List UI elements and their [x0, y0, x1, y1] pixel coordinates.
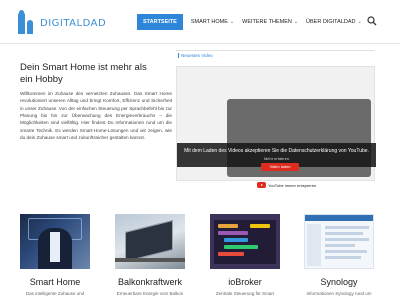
nav-item-weitere-themen[interactable]: WEITERE THEMEN ⌄	[242, 19, 298, 25]
card-image	[20, 214, 90, 269]
card-subtitle: Zentrale Steuerung für Smart	[215, 291, 275, 296]
card-iobroker[interactable]: ioBroker Zentrale Steuerung für Smart	[210, 214, 280, 296]
nav-label: SMART HOME	[190, 19, 228, 25]
card-smart-home[interactable]: Smart Home Das intelligente Zuhause und	[20, 214, 90, 296]
nav-label: WEITERE THEMEN	[242, 19, 292, 25]
site-logo[interactable]: DIGITALDAD	[16, 10, 106, 36]
hero-title: Dein Smart Home ist mehr als ein Hobby	[20, 62, 147, 85]
logo-icon	[16, 10, 38, 36]
nav-item-startseite[interactable]: STARTSEITE	[137, 14, 183, 30]
nav-item-ueber-digitaldad[interactable]: ÜBER DIGITALDAD ⌄	[306, 19, 362, 25]
card-image	[210, 214, 280, 269]
youtube-unlock-toggle[interactable]: YouTube immer entsperren	[257, 182, 316, 188]
chevron-down-icon: ⌄	[357, 19, 362, 25]
youtube-icon	[257, 182, 266, 188]
hero-text: Willkommen im Zuhause des vernetzten Zuh…	[20, 91, 172, 141]
nav-label: ÜBER DIGITALDAD	[306, 19, 356, 25]
load-video-button[interactable]: Video laden	[261, 163, 299, 171]
card-subtitle: Erneuerbare Energie vom Balkon	[116, 291, 184, 296]
video-section-label: Neuestes Video	[178, 53, 213, 58]
card-title: Smart Home	[29, 277, 81, 287]
chevron-down-icon: ⌄	[293, 19, 299, 25]
card-image	[115, 214, 185, 269]
logo-text: DIGITALDAD	[40, 17, 107, 29]
chevron-down-icon: ⌄	[229, 19, 235, 25]
video-consent-text: Mit dem Laden des Videos akzeptieren Sie…	[184, 148, 369, 154]
card-title: Balkonkraftwerk	[117, 277, 183, 287]
search-icon[interactable]	[367, 16, 377, 26]
card-balkonkraftwerk[interactable]: Balkonkraftwerk Erneuerbare Energie vom …	[115, 214, 185, 296]
video-embed: Mit dem Laden des Videos akzeptieren Sie…	[176, 66, 376, 188]
card-image	[304, 214, 374, 269]
video-more-link[interactable]: Mehr erfahren	[177, 156, 376, 161]
nav-item-smart-home[interactable]: SMART HOME ⌄	[191, 19, 234, 25]
video-section: Neuestes Video Mit dem Laden des Videos …	[176, 50, 376, 188]
main-nav: STARTSEITE SMART HOME ⌄ WEITERE THEMEN ⌄…	[137, 14, 370, 30]
youtube-unlock-label: YouTube immer entsperren	[268, 182, 317, 188]
card-title: ioBroker	[228, 277, 262, 287]
card-synology[interactable]: Synology Informationen Synology rund um	[304, 214, 374, 296]
site-header: DIGITALDAD STARTSEITE SMART HOME ⌄ WEITE…	[0, 0, 400, 44]
video-section-header: Neuestes Video	[176, 50, 375, 60]
card-title: Synology	[320, 277, 358, 287]
card-subtitle: Informationen Synology rund um	[306, 291, 372, 296]
card-subtitle: Das intelligente Zuhause und	[25, 291, 85, 296]
nav-label: STARTSEITE	[143, 19, 177, 25]
